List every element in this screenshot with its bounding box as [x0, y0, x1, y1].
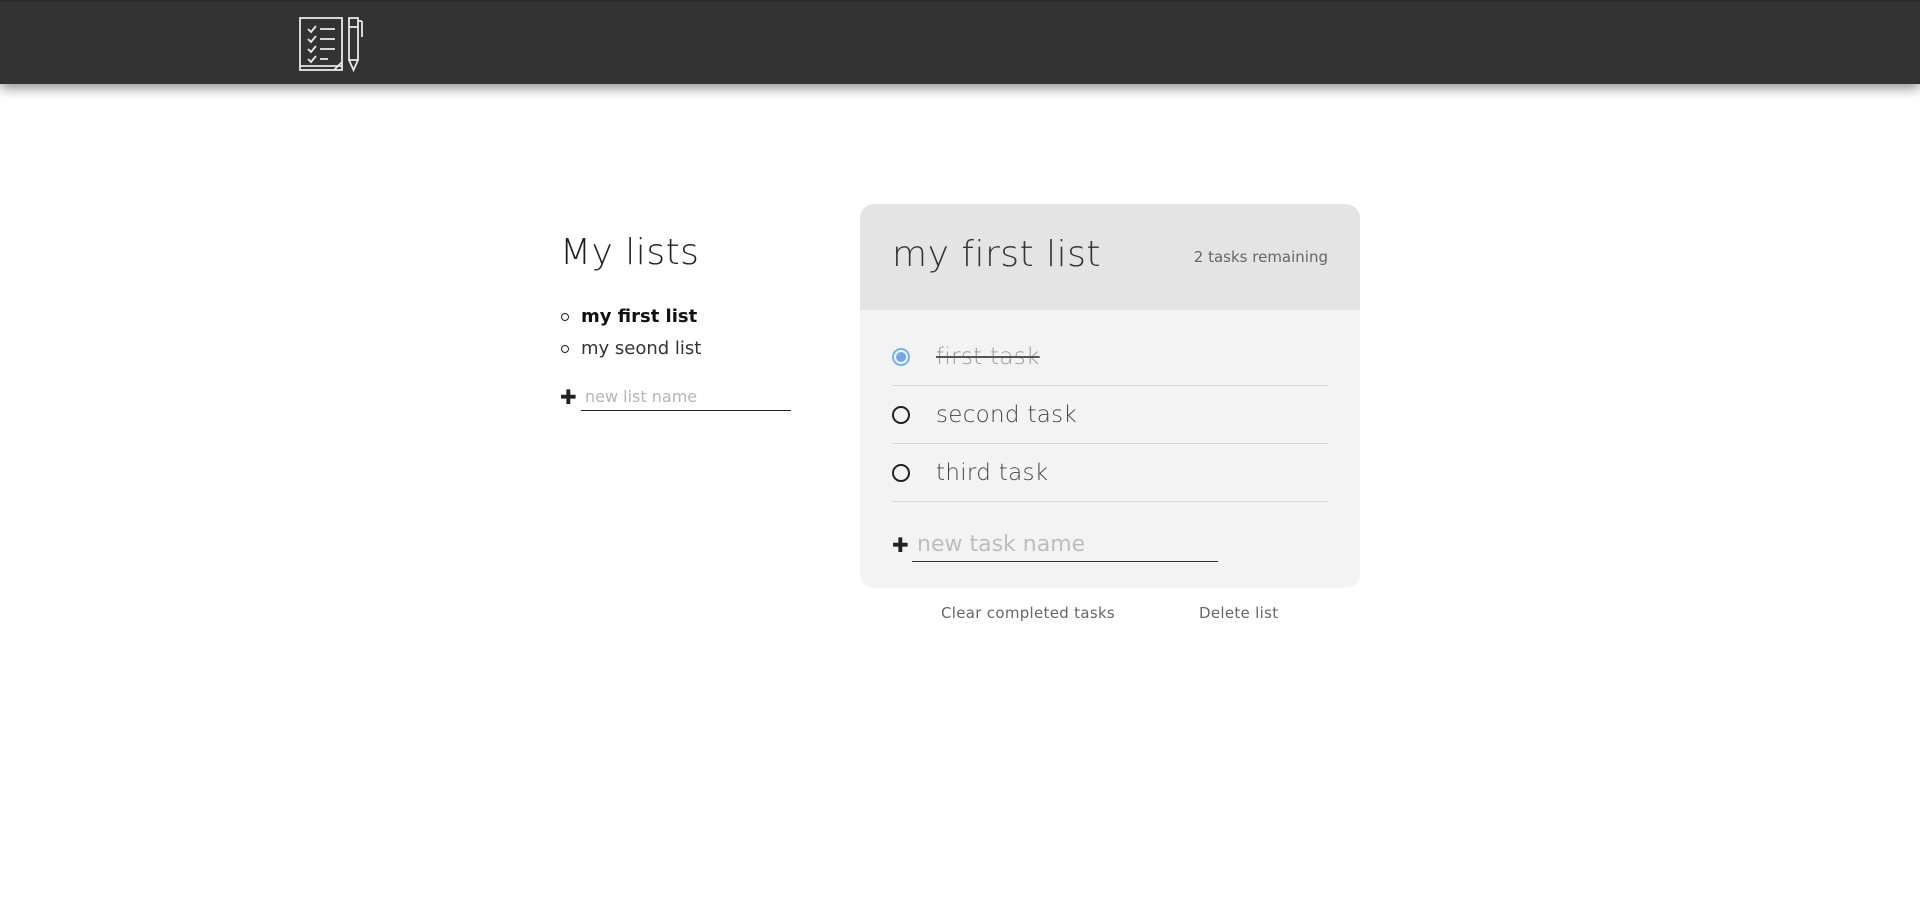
new-list-form: ✚: [560, 383, 800, 411]
list-card: my first list 2 tasks remaining first ta…: [860, 204, 1360, 588]
task-checkbox[interactable]: [892, 405, 910, 424]
new-task-name-input[interactable]: [912, 528, 1218, 562]
delete-list-button[interactable]: Delete list: [1199, 604, 1278, 622]
new-task-form: ✚: [892, 528, 1328, 562]
task-item[interactable]: third task: [892, 444, 1328, 502]
tasks-remaining-count: 2 tasks remaining: [1193, 248, 1328, 266]
list-card-header: my first list 2 tasks remaining: [860, 204, 1360, 310]
my-lists-title: My lists: [560, 232, 700, 273]
lists-nav: my first list my seond list: [560, 301, 800, 365]
list-item-my-first-list[interactable]: my first list: [560, 301, 800, 333]
top-navbar: [0, 0, 1920, 84]
task-label: third task: [936, 459, 1049, 486]
new-list-name-input[interactable]: [581, 383, 791, 411]
task-checkbox[interactable]: [892, 463, 910, 482]
list-title: my first list: [892, 234, 1101, 275]
checklist-notepad-logo-icon[interactable]: [298, 15, 366, 73]
plus-icon[interactable]: ✚: [560, 387, 581, 407]
task-label: first task: [936, 343, 1040, 370]
task-item[interactable]: first task: [892, 328, 1328, 386]
task-list: first task second task third task: [892, 328, 1328, 502]
task-checkbox-checked[interactable]: [892, 347, 910, 366]
clear-completed-tasks-button[interactable]: Clear completed tasks: [941, 604, 1115, 622]
plus-icon[interactable]: ✚: [892, 535, 912, 555]
list-item-my-second-list[interactable]: my seond list: [560, 333, 800, 365]
task-item[interactable]: second task: [892, 386, 1328, 444]
my-lists-panel: My lists my first list my seond list ✚: [560, 232, 800, 411]
task-label: second task: [936, 401, 1078, 428]
